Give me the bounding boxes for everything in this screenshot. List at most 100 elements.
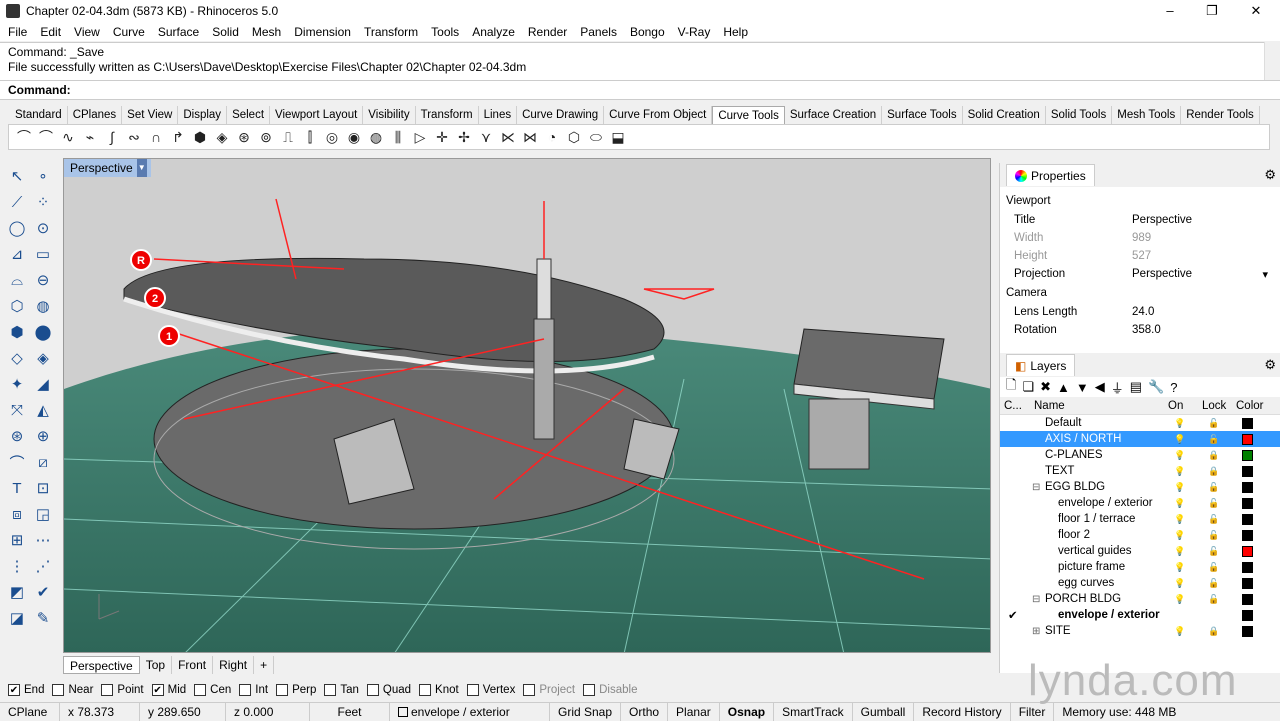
layer-row[interactable]: ⊞ SITE 💡 🔒 bbox=[1000, 623, 1280, 639]
col-name[interactable]: Name bbox=[1034, 400, 1168, 412]
menu-item-vray[interactable]: V-Ray bbox=[670, 25, 716, 39]
lock-closed-icon[interactable]: 🔒 bbox=[1208, 466, 1219, 477]
col-on[interactable]: On bbox=[1168, 400, 1202, 412]
viewport-tab-right[interactable]: Right bbox=[213, 656, 255, 674]
lock-open-icon[interactable]: 🔓 bbox=[1208, 578, 1219, 589]
move-down-icon[interactable]: ▼ bbox=[1076, 380, 1089, 395]
group-icon[interactable]: ⧄ bbox=[30, 449, 56, 475]
tab-curve-tools[interactable]: Curve Tools bbox=[712, 106, 785, 124]
menu-item-dimension[interactable]: Dimension bbox=[286, 25, 356, 39]
lock-open-icon[interactable]: 🔓 bbox=[1208, 482, 1219, 493]
layer-row[interactable]: floor 1 / terrace 💡 🔓 bbox=[1000, 511, 1280, 527]
arc-icon[interactable]: ⊿ bbox=[4, 241, 30, 267]
sphere-icon[interactable]: ◍ bbox=[30, 293, 56, 319]
menu-item-transform[interactable]: Transform bbox=[356, 25, 423, 39]
tab-standard[interactable]: Standard bbox=[10, 106, 68, 124]
osnap-int[interactable]: Int bbox=[239, 684, 268, 696]
menu-item-edit[interactable]: Edit bbox=[32, 25, 66, 39]
grid-snap-toggle[interactable]: Grid Snap bbox=[550, 702, 622, 721]
lightbulb-icon[interactable]: 💡 bbox=[1174, 450, 1185, 461]
arc-blend-icon[interactable]: ∩ bbox=[145, 126, 167, 148]
edit-icon[interactable]: ✎ bbox=[30, 605, 56, 631]
fillet-curves-icon[interactable]: ⌒ bbox=[13, 126, 35, 148]
rectangle-icon[interactable]: ▭ bbox=[30, 241, 56, 267]
osnap-mid[interactable]: ✔ Mid bbox=[151, 684, 186, 696]
viewport-tab-perspective[interactable]: Perspective bbox=[63, 656, 140, 674]
lock-closed-icon[interactable]: 🔒 bbox=[1208, 450, 1219, 461]
refit-icon[interactable]: ⫿ bbox=[299, 126, 321, 148]
grid-icon[interactable]: ⊞ bbox=[4, 527, 30, 553]
menu-item-view[interactable]: View bbox=[66, 25, 105, 39]
snap-icon[interactable]: ✢ bbox=[453, 126, 475, 148]
lightbulb-icon[interactable]: 💡 bbox=[1174, 546, 1185, 557]
viewport-section-header[interactable]: Viewport bbox=[1000, 191, 1280, 211]
fillet-icon[interactable]: ⌒ bbox=[4, 449, 30, 475]
array-icon[interactable]: ⊕ bbox=[30, 423, 56, 449]
extend-icon[interactable]: ◈ bbox=[211, 126, 233, 148]
collapse-icon[interactable]: ⊟ bbox=[1032, 482, 1040, 493]
command-prompt[interactable]: Command: bbox=[0, 80, 1280, 100]
transform-icon[interactable]: ⤧ bbox=[4, 397, 30, 423]
osnap-disable[interactable]: Disable bbox=[583, 684, 637, 696]
osnap-near[interactable]: Near bbox=[52, 684, 93, 696]
filter-icon[interactable]: ⏚ bbox=[1111, 378, 1124, 397]
analyze-icon[interactable]: ◩ bbox=[4, 579, 30, 605]
adjustable-blend-icon[interactable]: ∾ bbox=[123, 126, 145, 148]
select-icon[interactable]: ↖ bbox=[4, 163, 30, 189]
lock-open-icon[interactable]: 🔓 bbox=[1208, 530, 1219, 541]
layer-row[interactable]: egg curves 💡 🔓 bbox=[1000, 575, 1280, 591]
tab-lines[interactable]: Lines bbox=[479, 106, 518, 124]
current-layer[interactable]: envelope / exterior bbox=[390, 702, 550, 721]
layer-color-swatch[interactable] bbox=[1242, 465, 1253, 477]
more-icon[interactable]: ⋯ bbox=[30, 527, 56, 553]
rebuild-icon[interactable]: ⊛ bbox=[233, 126, 255, 148]
osnap-checkbox[interactable] bbox=[239, 684, 252, 696]
move-parent-icon[interactable]: ◀ bbox=[1095, 379, 1105, 395]
gumball-toggle[interactable]: Gumball bbox=[853, 702, 915, 721]
new-sublayer-icon[interactable]: ❏ bbox=[1022, 379, 1034, 395]
camera-value[interactable]: 358.0 bbox=[1128, 324, 1280, 336]
render-icon[interactable]: ◢ bbox=[30, 371, 56, 397]
layer-row[interactable]: floor 2 💡 🔓 bbox=[1000, 527, 1280, 543]
menu-item-render[interactable]: Render bbox=[520, 25, 572, 39]
mesh-icon[interactable]: ◇ bbox=[4, 345, 30, 371]
lock-open-icon[interactable]: 🔓 bbox=[1208, 562, 1219, 573]
osnap-checkbox[interactable] bbox=[276, 684, 289, 696]
col-current[interactable]: C... bbox=[1000, 400, 1034, 412]
collapse-icon[interactable]: ⊟ bbox=[1032, 594, 1040, 605]
chevron-down-icon[interactable]: ▾ bbox=[1262, 268, 1268, 281]
delete-layer-icon[interactable]: ✖ bbox=[1040, 379, 1051, 395]
camera-value[interactable]: 24.0 bbox=[1128, 306, 1280, 318]
menu-item-curve[interactable]: Curve bbox=[105, 25, 150, 39]
tab-display[interactable]: Display bbox=[178, 106, 228, 124]
layer-color-swatch[interactable] bbox=[1242, 545, 1253, 557]
lightbulb-icon[interactable]: 💡 bbox=[1174, 530, 1185, 541]
layer-color-swatch[interactable] bbox=[1242, 609, 1253, 621]
osnap-checkbox[interactable] bbox=[324, 684, 337, 696]
osnap-quad[interactable]: Quad bbox=[366, 684, 411, 696]
layer-row[interactable]: C-PLANES 💡 🔒 bbox=[1000, 447, 1280, 463]
deg-icon[interactable]: ◉ bbox=[343, 126, 365, 148]
osnap-checkbox[interactable] bbox=[194, 684, 207, 696]
layer-row[interactable]: ⊟ PORCH BLDG 💡 🔓 bbox=[1000, 591, 1280, 607]
solid-icon[interactable]: ⬤ bbox=[30, 319, 56, 345]
check-icon[interactable]: ✔ bbox=[30, 579, 56, 605]
lightbulb-icon[interactable]: 💡 bbox=[1174, 562, 1185, 573]
property-value[interactable]: Perspective bbox=[1128, 214, 1280, 226]
circle-icon[interactable]: ◯ bbox=[4, 215, 30, 241]
layer-row[interactable]: ✔ envelope / exterior bbox=[1000, 607, 1280, 623]
split-icon[interactable]: ⋈ bbox=[519, 126, 541, 148]
osnap-checkbox[interactable] bbox=[419, 684, 432, 696]
menu-item-analyze[interactable]: Analyze bbox=[464, 25, 520, 39]
cplane-label[interactable]: CPlane bbox=[0, 702, 60, 721]
tab-cplanes[interactable]: CPlanes bbox=[68, 106, 123, 124]
curve-to-surface-icon[interactable]: ⬢ bbox=[189, 126, 211, 148]
text-icon[interactable]: T bbox=[4, 475, 30, 501]
menu-item-help[interactable]: Help bbox=[715, 25, 753, 39]
lightbulb-icon[interactable]: 💡 bbox=[1174, 466, 1185, 477]
gear-icon[interactable]: ⚙ bbox=[1264, 167, 1276, 183]
move-up-icon[interactable]: ▲ bbox=[1057, 380, 1070, 395]
control-points-icon[interactable]: ⁘ bbox=[30, 189, 56, 215]
layer-row[interactable]: AXIS / NORTH 💡 🔓 bbox=[1000, 431, 1280, 447]
tab-curve-from-object[interactable]: Curve From Object bbox=[604, 106, 713, 124]
